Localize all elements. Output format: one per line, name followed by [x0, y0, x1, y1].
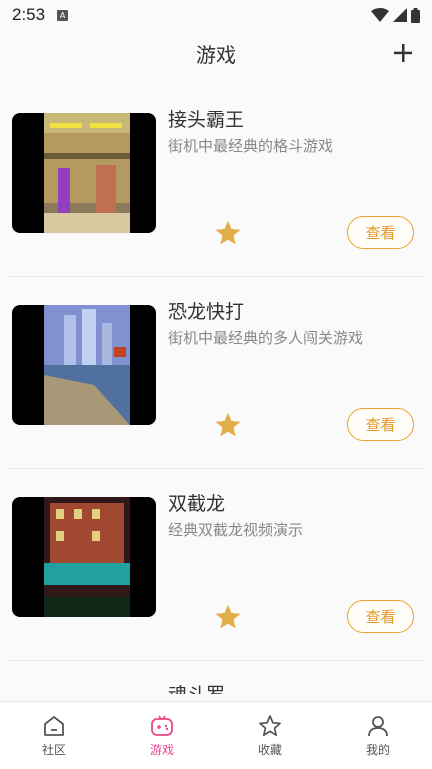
view-button[interactable]: 查看 — [347, 408, 414, 441]
tab-games[interactable]: 游戏 — [108, 702, 216, 769]
battery-icon — [411, 7, 420, 23]
game-title: 魂斗罗 — [168, 680, 225, 694]
star-icon[interactable] — [214, 411, 242, 439]
header: 游戏 — [0, 30, 432, 76]
game-description: 经典双截龙视频演示 — [168, 521, 304, 539]
tab-community[interactable]: 社区 — [0, 702, 108, 769]
user-icon — [368, 716, 388, 737]
list-item[interactable]: 接头霸王 街机中最经典的格斗游戏 查看 — [6, 85, 426, 277]
game-thumbnail — [12, 497, 156, 617]
tab-profile[interactable]: 我的 — [324, 702, 432, 769]
status-time: 2:53 — [12, 5, 46, 24]
notification-icon: A — [57, 9, 69, 21]
home-icon — [44, 716, 64, 736]
list-item[interactable]: 恐龙快打 街机中最经典的多人闯关游戏 查看 — [6, 277, 426, 469]
tab-label: 我的 — [365, 743, 390, 757]
wifi-icon — [371, 8, 389, 22]
bottom-tab-bar: 社区 游戏 收藏 我的 — [0, 701, 432, 769]
game-title: 恐龙快打 — [168, 301, 245, 323]
star-icon[interactable] — [214, 219, 242, 247]
game-description: 街机中最经典的多人闯关游戏 — [168, 329, 364, 347]
star-icon[interactable] — [214, 603, 242, 631]
tab-label: 社区 — [41, 743, 66, 757]
status-icons — [371, 7, 420, 23]
page-title: 游戏 — [196, 42, 236, 67]
view-button[interactable]: 查看 — [347, 600, 414, 633]
tab-favorites[interactable]: 收藏 — [216, 702, 324, 769]
game-thumbnail — [12, 305, 156, 425]
tab-label: 收藏 — [257, 743, 282, 757]
list-item[interactable]: 双截龙 经典双截龙视频演示 查看 — [6, 469, 426, 661]
star-outline-icon — [259, 715, 281, 737]
signal-icon — [393, 8, 407, 22]
status-bar: 2:53 A — [0, 0, 432, 30]
view-button[interactable]: 查看 — [347, 216, 414, 249]
gamepad-icon — [151, 715, 173, 736]
plus-icon[interactable] — [392, 42, 414, 64]
game-list: 接头霸王 街机中最经典的格斗游戏 查看 恐龙快打 街机中最经典的多人闯关游戏 查… — [0, 85, 432, 661]
tab-label: 游戏 — [149, 743, 174, 757]
game-description: 街机中最经典的格斗游戏 — [168, 137, 334, 155]
game-title: 接头霸王 — [168, 109, 245, 131]
game-thumbnail — [12, 113, 156, 233]
game-title: 双截龙 — [168, 493, 226, 515]
